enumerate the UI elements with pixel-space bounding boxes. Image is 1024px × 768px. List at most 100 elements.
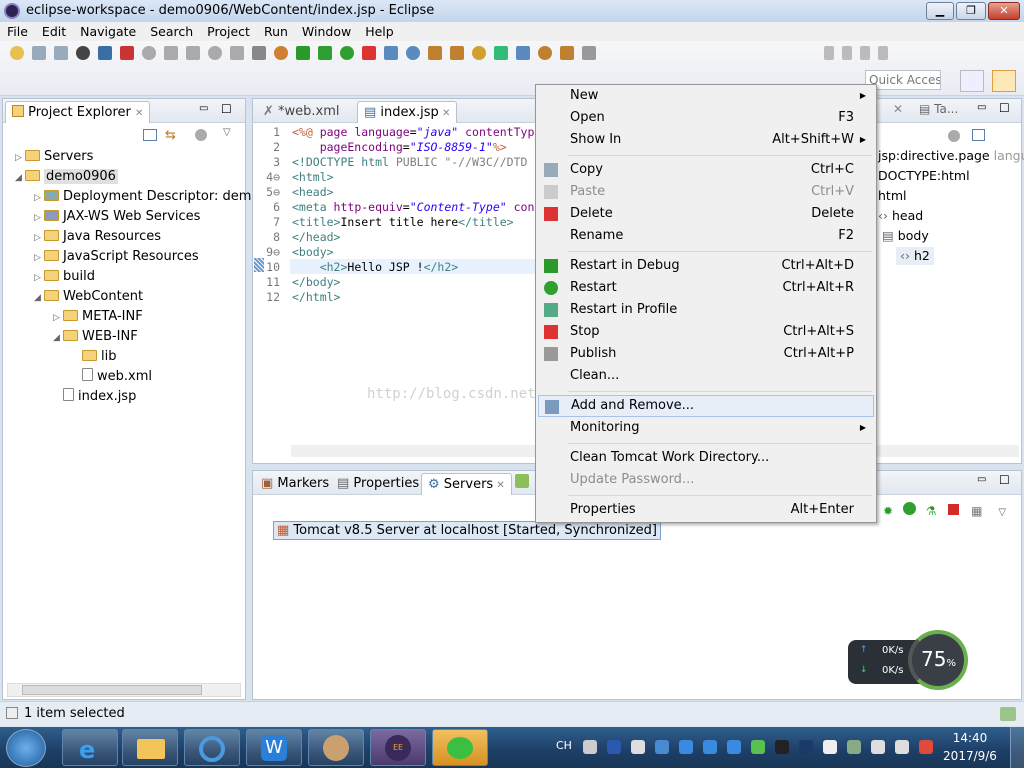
expand-arrow-icon[interactable]: ◢ [15,169,25,187]
show-desktop-button[interactable] [1010,727,1024,768]
tree-item[interactable]: web.xml [72,368,152,386]
new-java-ee-icon[interactable] [384,45,398,60]
new-icon[interactable] [10,45,24,60]
code-line[interactable]: <html> [292,170,334,185]
step-return-icon[interactable] [252,45,266,60]
menu-item-open[interactable]: Open F3 [538,107,874,129]
close-button[interactable]: ✕ [988,2,1020,20]
suspend-icon[interactable] [164,45,178,60]
globe-icon[interactable] [494,45,508,60]
tree-item[interactable]: ◢ WEB-INF [53,328,138,346]
outline-item[interactable]: ‹› h2 [896,247,934,265]
pin-icon[interactable] [824,45,834,60]
code-line[interactable]: </html> [292,290,340,305]
taskbar-wps[interactable]: W [246,729,302,766]
bluetooth-icon[interactable] [799,740,813,754]
taskbar-app[interactable] [308,729,364,766]
view-menu-icon[interactable]: ▽ [998,507,1006,518]
menu-item-show-in[interactable]: Show In Alt+Shift+W ▶ [538,129,874,151]
usb-icon[interactable] [655,740,669,754]
stop-server-icon[interactable] [948,504,960,515]
close-icon[interactable]: ✕ [135,108,143,119]
menu-item-add-and-remove[interactable]: Add and Remove... [538,395,874,417]
save-all-icon[interactable] [54,45,68,60]
build-icon[interactable] [274,45,288,60]
progress-icon[interactable] [1000,707,1016,721]
box-icon[interactable] [679,740,693,754]
run-server-icon[interactable] [340,45,354,60]
terminal-icon[interactable] [98,45,112,60]
menu-item-clean[interactable]: Clean... [538,365,874,387]
menu-item-monitoring[interactable]: Monitoring ▶ [538,417,874,439]
back-icon[interactable] [860,45,870,60]
tab-properties[interactable]: ▤ Properties [331,473,425,495]
annotate-icon[interactable] [516,45,530,60]
scrollbar-thumb[interactable] [22,685,202,695]
debug-server-icon[interactable]: ✹ [883,504,893,518]
publish-icon[interactable] [76,45,90,60]
expand-icon[interactable] [631,740,645,754]
step-over-icon[interactable] [230,45,244,60]
tasks-tab[interactable]: ▤ Ta... [919,102,958,116]
menu-item-restart[interactable]: Restart Ctrl+Alt+R [538,277,874,299]
signal-icon[interactable] [895,740,909,754]
server-item[interactable]: ▦ Tomcat v8.5 Server at localhost [Start… [273,521,661,540]
menu-file[interactable]: File [0,22,35,39]
outline-item[interactable]: html [878,187,906,205]
search-icon[interactable] [472,45,486,60]
menu-edit[interactable]: Edit [35,22,73,39]
expand-arrow-icon[interactable]: ▷ [34,209,44,227]
outline-item[interactable]: jsp:directive.page langua [878,147,1024,165]
volume-icon[interactable] [871,740,885,754]
run-icon[interactable] [318,45,332,60]
maximize-view-icon[interactable]: ☐ [999,101,1010,115]
code-line[interactable]: <body> [292,245,334,260]
skip-breakpoints-icon[interactable] [120,45,134,60]
taskbar-browser[interactable] [184,729,240,766]
external-tools-icon[interactable] [362,45,376,60]
open-type-icon[interactable] [428,45,442,60]
view-menu-icon[interactable]: ▽ [223,127,231,138]
help-icon[interactable] [607,740,621,754]
code-line[interactable]: <%@ page language="java" contentTyp [292,125,534,140]
tab-project-explorer[interactable]: Project Explorer ✕ [5,101,151,123]
new-class-icon[interactable] [406,45,420,60]
menu-item-rename[interactable]: Rename F2 [538,225,874,247]
expand-arrow-icon[interactable]: ▷ [34,189,44,207]
expand-arrow-icon[interactable]: ◢ [53,329,63,347]
horizontal-scrollbar[interactable] [7,683,241,697]
menu-item-copy[interactable]: Copy Ctrl+C [538,159,874,181]
tree-item[interactable]: ▷ JavaScript Resources [34,248,199,266]
collapse-all-icon[interactable] [972,129,985,141]
debug-icon[interactable] [296,45,310,60]
clock-time[interactable]: 14:40 [940,731,1000,745]
menu-item-update-password[interactable]: Update Password... [538,469,874,491]
minimize-button[interactable]: ▁ [926,2,954,20]
menu-item-restart-in-debug[interactable]: Restart in Debug Ctrl+Alt+D [538,255,874,277]
menu-item-delete[interactable]: Delete Delete [538,203,874,225]
publish-icon[interactable]: ▦ [971,504,982,518]
tree-item[interactable]: ▷ Java Resources [34,228,161,246]
close-app-icon[interactable] [919,740,933,754]
menu-item-paste[interactable]: Paste Ctrl+V [538,181,874,203]
menu-navigate[interactable]: Navigate [73,22,143,39]
profile-server-icon[interactable]: ⚗ [926,504,937,518]
menu-item-publish[interactable]: Publish Ctrl+Alt+P [538,343,874,365]
code-line[interactable]: <h2>Hello JSP !</h2> [292,260,459,275]
code-line[interactable]: <!DOCTYPE html PUBLIC "-//W3C//DTD [292,155,527,170]
memory-gauge[interactable]: 75% [908,630,968,690]
collapse-all-icon[interactable] [143,129,157,141]
code-line[interactable]: <head> [292,185,334,200]
maximize-button[interactable]: ❐ [956,2,986,20]
forward-icon[interactable] [878,45,888,60]
tree-item[interactable]: ◢ demo0906 [15,168,118,186]
filter-icon[interactable] [948,130,960,142]
menu-search[interactable]: Search [143,22,200,39]
start-button[interactable] [6,729,46,767]
tab-web-xml[interactable]: ✗ *web.xml [257,101,346,123]
tree-item[interactable]: ▷ build [34,268,95,286]
tab-servers[interactable]: ⚙ Servers ✕ [421,473,512,495]
tree-item[interactable]: ▷ META-INF [53,308,143,326]
tree-item[interactable]: lib [72,348,116,366]
minimize-view-icon[interactable]: ▭ [977,474,986,485]
